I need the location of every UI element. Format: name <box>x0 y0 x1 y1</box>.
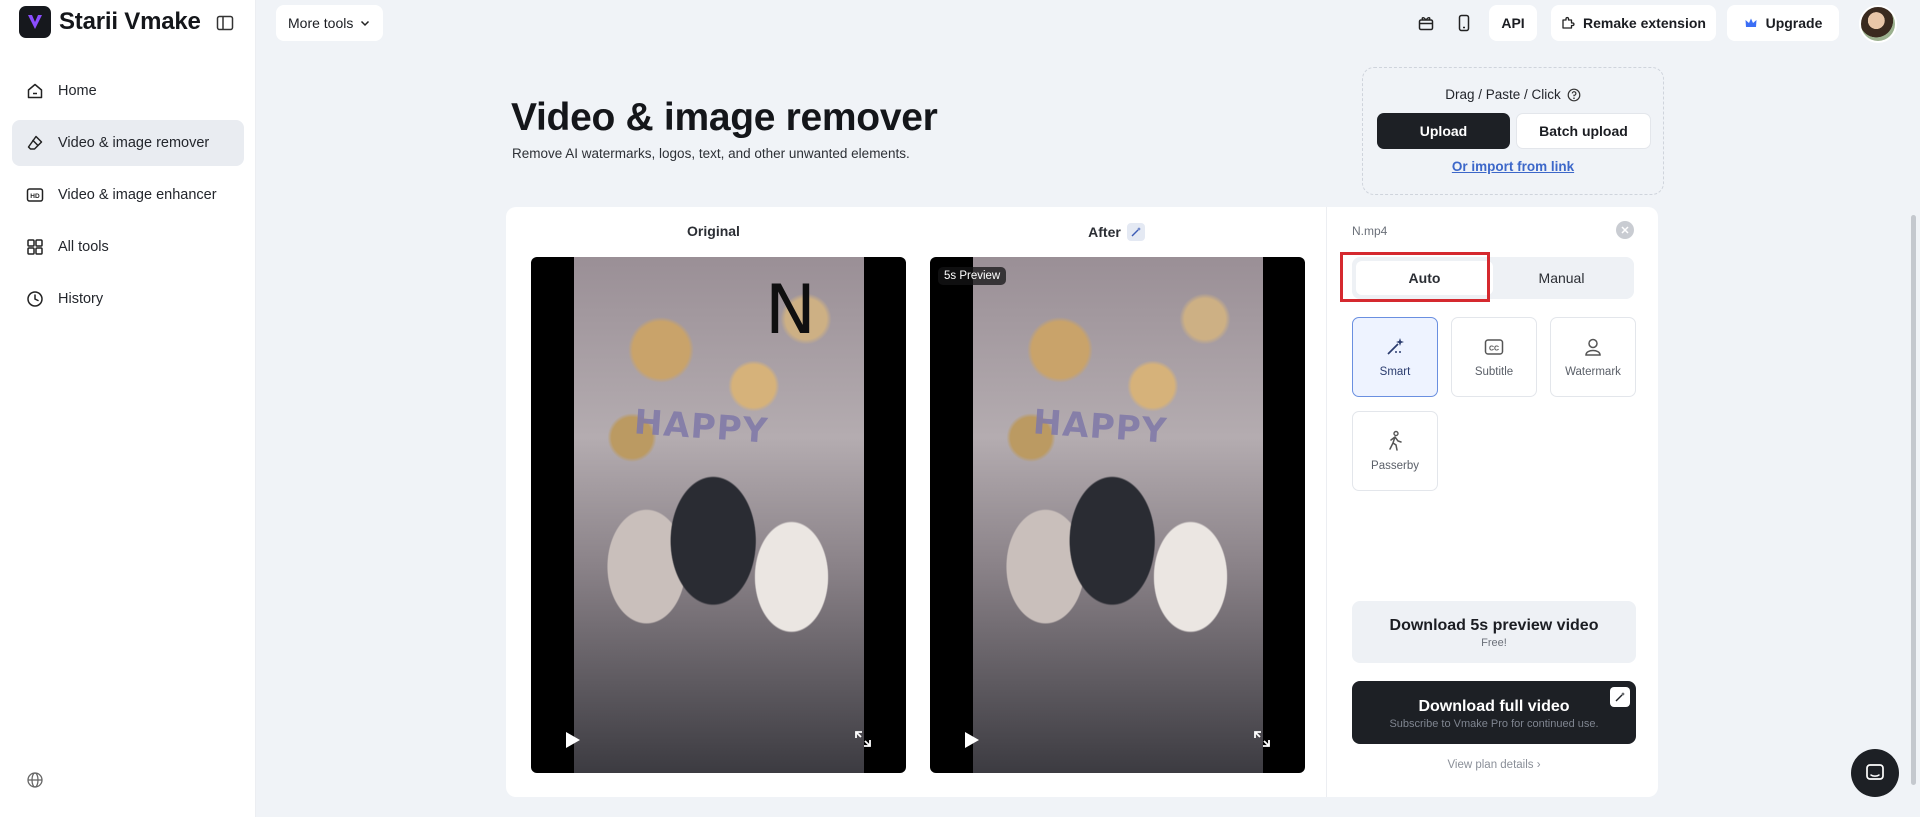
svg-text:CC: CC <box>1489 345 1499 352</box>
download-preview-title: Download 5s preview video <box>1389 617 1599 634</box>
logo-mark <box>19 6 51 38</box>
after-label-text: After <box>1088 224 1121 240</box>
view-plan-details-link[interactable]: View plan details › <box>1352 759 1636 771</box>
clock-icon <box>27 291 43 307</box>
chat-icon <box>1866 764 1884 780</box>
app-name: Starii Vmake <box>59 8 201 35</box>
logo[interactable]: Starii Vmake <box>19 6 201 38</box>
balloon-text: HAPPY <box>1031 402 1169 452</box>
globe-icon[interactable] <box>26 771 46 791</box>
expand-icon[interactable] <box>1252 729 1272 749</box>
sidebar-item-label: Video & image remover <box>58 135 210 151</box>
close-icon[interactable] <box>1616 221 1634 239</box>
tab-manual[interactable]: Manual <box>1493 261 1630 295</box>
sidebar-item-enhancer[interactable]: HD Video & image enhancer <box>12 172 244 218</box>
more-tools-label: More tools <box>288 15 354 31</box>
watermark-letter: N <box>765 271 816 350</box>
upload-button[interactable]: Upload <box>1377 113 1510 149</box>
after-video[interactable]: HAPPY 5s Preview <box>930 257 1305 773</box>
sidebar-nav: Home Video & image remover HD Video & im… <box>12 68 244 328</box>
balloon-text: HAPPY <box>632 402 770 452</box>
download-preview-sub: Free! <box>1481 637 1507 649</box>
original-video[interactable]: HAPPY N <box>531 257 906 773</box>
sidebar-item-all-tools[interactable]: All tools <box>12 224 244 270</box>
extension-icon <box>1562 16 1575 29</box>
tool-label: Subtitle <box>1474 366 1514 378</box>
grid-icon <box>27 239 43 255</box>
tool-label: Passerby <box>1371 460 1419 472</box>
original-label: Original <box>526 223 901 239</box>
batch-upload-button[interactable]: Batch upload <box>1516 113 1651 149</box>
tool-label: Watermark <box>1565 366 1621 378</box>
after-label: After <box>929 223 1304 241</box>
sidebar-item-history[interactable]: History <box>12 276 244 322</box>
mode-switch: Auto Manual <box>1352 257 1634 299</box>
upload-hint-text: Drag / Paste / Click <box>1445 87 1561 102</box>
editor-card: Original After HAPPY N HAPPY 5s Preview … <box>506 207 1658 797</box>
eraser-icon <box>27 135 43 150</box>
remake-extension-button[interactable]: Remake extension <box>1551 5 1716 41</box>
download-full-sub: Subscribe to Vmake Pro for continued use… <box>1389 718 1599 730</box>
home-icon <box>27 83 43 99</box>
hd-icon: HD <box>26 188 44 202</box>
chat-button[interactable] <box>1851 749 1899 797</box>
cc-icon: CC <box>1484 339 1504 355</box>
download-full-button[interactable]: Download full video Subscribe to Vmake P… <box>1352 681 1636 744</box>
walking-person-icon <box>1389 430 1402 451</box>
svg-text:HD: HD <box>30 193 40 200</box>
original-label-text: Original <box>687 223 740 239</box>
user-icon <box>1585 338 1601 356</box>
video-frame: HAPPY <box>574 257 864 773</box>
tab-auto[interactable]: Auto <box>1356 261 1493 295</box>
page-subtitle: Remove AI watermarks, logos, text, and o… <box>512 146 910 161</box>
page-title: Video & image remover <box>511 96 938 139</box>
magic-wand-icon <box>1610 687 1630 707</box>
sidebar-item-home[interactable]: Home <box>12 68 244 114</box>
tool-smart[interactable]: Smart <box>1352 317 1438 397</box>
chevron-down-icon <box>361 20 370 27</box>
scrollbar[interactable] <box>1911 215 1916 785</box>
gift-icon[interactable] <box>1415 12 1437 34</box>
tool-subtitle[interactable]: CC Subtitle <box>1451 317 1537 397</box>
sidebar-item-label: Video & image enhancer <box>58 187 217 203</box>
magic-wand-icon <box>1126 223 1145 241</box>
upload-hint: Drag / Paste / Click <box>1363 87 1663 102</box>
sidebar-item-remover[interactable]: Video & image remover <box>12 120 244 166</box>
magic-wand-icon <box>1387 338 1404 355</box>
api-button[interactable]: API <box>1489 5 1537 41</box>
video-frame: HAPPY <box>973 257 1263 773</box>
sidebar-toggle-icon[interactable] <box>214 12 236 34</box>
upload-dropzone[interactable]: Drag / Paste / Click Upload Batch upload… <box>1362 67 1664 195</box>
sidebar-item-label: History <box>58 291 104 307</box>
play-icon[interactable] <box>960 729 982 751</box>
panel-divider <box>1326 207 1327 797</box>
mobile-icon[interactable] <box>1453 12 1475 34</box>
help-icon[interactable] <box>1567 88 1581 102</box>
preview-badge: 5s Preview <box>938 267 1007 285</box>
crown-icon <box>1745 18 1757 27</box>
sidebar: Starii Vmake Home Video & image remover … <box>0 0 256 817</box>
tool-watermark[interactable]: Watermark <box>1550 317 1636 397</box>
expand-icon[interactable] <box>853 729 873 749</box>
import-from-link[interactable]: Or import from link <box>1363 159 1663 174</box>
api-label: API <box>1501 15 1525 31</box>
download-full-title: Download full video <box>1418 698 1570 715</box>
remake-extension-label: Remake extension <box>1583 15 1706 31</box>
file-name: N.mp4 <box>1352 224 1388 238</box>
play-icon[interactable] <box>561 729 583 751</box>
sidebar-item-label: Home <box>58 83 97 99</box>
upgrade-label: Upgrade <box>1765 15 1823 31</box>
download-preview-button[interactable]: Download 5s preview video Free! <box>1352 601 1636 663</box>
tool-passerby[interactable]: Passerby <box>1352 411 1438 491</box>
tool-label: Smart <box>1379 366 1411 378</box>
upgrade-button[interactable]: Upgrade <box>1727 5 1839 41</box>
avatar[interactable] <box>1859 5 1897 43</box>
more-tools-dropdown[interactable]: More tools <box>276 5 384 41</box>
sidebar-item-label: All tools <box>58 239 109 255</box>
